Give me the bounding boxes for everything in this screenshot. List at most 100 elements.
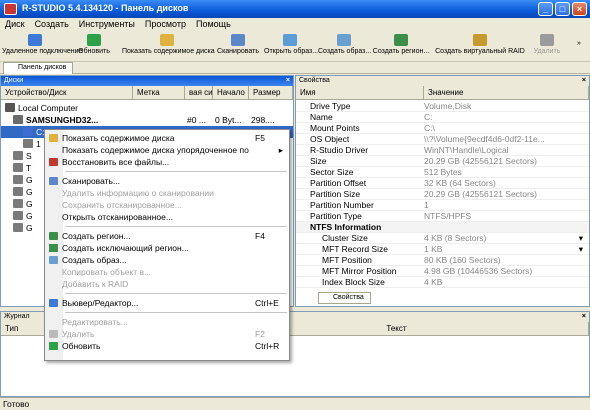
log-panel-close-icon[interactable]: × [582, 312, 586, 322]
context-menu-item[interactable]: Удалить информацию о сканировании [45, 187, 289, 199]
property-row[interactable]: Cluster Size 4 KB (8 Sectors) ▾ [296, 233, 589, 244]
toolbar-button-3[interactable]: Сканировать [216, 34, 260, 60]
context-menu-item[interactable]: Удалить F2 [45, 328, 289, 340]
property-row[interactable]: Mount Points C:\ [296, 123, 589, 134]
column-value[interactable]: Значение [424, 86, 589, 100]
toolbar-button-4[interactable]: Открыть образ... [264, 34, 319, 60]
menu-item-label: Добавить к RAID [62, 279, 129, 289]
property-row[interactable]: Sector Size 512 Bytes [296, 167, 589, 178]
minimize-button[interactable]: _ [538, 2, 553, 16]
context-menu-item[interactable]: Редактировать... [45, 316, 289, 328]
properties-panel-close-icon[interactable]: × [582, 76, 586, 86]
menu-create[interactable]: Создать [30, 18, 74, 30]
context-menu-item[interactable]: Вьювер/Редактор... Ctrl+E [45, 297, 289, 309]
disk-tree-row[interactable]: Local Computer [1, 102, 293, 114]
toolbar-button-5[interactable]: Создать образ... [318, 34, 371, 60]
toolbar-button-7[interactable]: Создать виртуальный RAID [432, 34, 528, 60]
context-menu-item[interactable]: Создать образ... [45, 254, 289, 266]
property-row[interactable]: Name C: [296, 112, 589, 123]
toolbar-button-8[interactable]: Удалить [530, 34, 564, 60]
toolbar-button-6[interactable]: Создать регион... [372, 34, 430, 60]
device-cell: G [13, 222, 33, 234]
show-contents-icon [160, 34, 174, 46]
device-name: G [26, 211, 33, 221]
column-size[interactable]: Размер [249, 86, 293, 100]
status-text: Готово [3, 399, 30, 409]
create-region-icon [394, 34, 408, 46]
context-menu-item[interactable]: Восстановить все файлы... [45, 156, 289, 168]
create-image-icon [49, 256, 58, 264]
menu-bar: Диск Создать Инструменты Просмотр Помощь [0, 18, 590, 32]
column-name[interactable]: Имя [296, 86, 424, 100]
disks-panel-close-icon[interactable]: × [286, 76, 290, 86]
column-fs[interactable]: вая си [185, 86, 213, 100]
tab-properties[interactable]: Свойства [318, 292, 371, 304]
context-menu-item[interactable]: Обновить Ctrl+R [45, 340, 289, 352]
dropdown-arrow-icon[interactable]: ▾ [579, 233, 583, 244]
menu-item-label: Сканировать... [62, 176, 121, 186]
property-name: Name [310, 112, 333, 122]
context-menu-item[interactable]: Показать содержимое диска упорядоченное … [45, 144, 289, 156]
window-title: R-STUDIO 5.4.134120 - Панель дисков [22, 3, 189, 13]
menu-tools[interactable]: Инструменты [74, 18, 140, 30]
toolbar-button-label: Создать регион... [372, 48, 430, 55]
context-menu-item[interactable]: Сканировать... [45, 175, 289, 187]
toolbar-button-0[interactable]: Удаленное подключение [2, 34, 82, 60]
disks-panel-header: Диски × [1, 76, 293, 86]
context-menu-item[interactable]: Показать содержимое диска F5 [45, 132, 289, 144]
context-menu-item[interactable]: Добавить к RAID [45, 278, 289, 290]
tab-disk-panel[interactable]: Панель дисков [3, 62, 74, 74]
device-name: SAMSUNGHD32... [26, 115, 99, 125]
property-row[interactable]: Partition Number 1 [296, 200, 589, 211]
property-value: NTFS/HPFS [424, 211, 472, 221]
menu-item-label: Удалить информацию о сканировании [62, 188, 214, 198]
panel-tab-strip: Панель дисков [0, 62, 590, 74]
app-icon [4, 3, 17, 15]
toolbar-button-2[interactable]: Показать содержимое диска [122, 34, 215, 60]
column-label[interactable]: Метка [133, 86, 185, 100]
property-row[interactable]: Index Block Size 4 KB [296, 277, 589, 288]
toolbar-button-label: Открыть образ... [264, 48, 319, 55]
context-menu-item[interactable]: Копировать объект в... [45, 266, 289, 278]
property-value: 1 KB [424, 244, 443, 254]
device-name: S [26, 151, 32, 161]
property-name: Partition Size [310, 189, 361, 199]
menu-item-label: Создать исключающий регион... [62, 243, 189, 253]
properties-panel-title: Свойства [299, 77, 330, 84]
column-start[interactable]: Начало [213, 86, 249, 100]
property-row[interactable]: R-Studio Driver WinNT\Handle\Logical [296, 145, 589, 156]
maximize-button[interactable]: □ [555, 2, 570, 16]
property-row[interactable]: Partition Type NTFS/HPFS [296, 211, 589, 222]
property-row[interactable]: OS Object \\?\Volume{9ecdf4d6-0df2-11e... [296, 134, 589, 145]
property-row[interactable]: NTFS Information [296, 222, 589, 233]
properties-panel: Свойства × Имя Значение Drive Type Volume… [295, 75, 590, 307]
dropdown-arrow-icon[interactable]: ▾ [579, 244, 583, 255]
property-row[interactable]: MFT Mirror Position 4.98 GB (10446536 Sec… [296, 266, 589, 277]
property-row[interactable]: Drive Type Volume,Disk [296, 101, 589, 112]
property-row[interactable]: Partition Offset 32 KB (64 Sectors) [296, 178, 589, 189]
column-device[interactable]: Устройство/Диск [1, 86, 133, 100]
drive-icon [13, 115, 23, 124]
menu-help[interactable]: Помощь [191, 18, 236, 30]
context-menu-item[interactable]: Сохранить отсканированное... [45, 199, 289, 211]
property-name: OS Object [310, 134, 350, 144]
property-name: R-Studio Driver [310, 145, 369, 155]
context-menu-item[interactable]: Создать регион... F4 [45, 230, 289, 242]
close-button[interactable]: × [572, 2, 587, 16]
drive-icon [13, 163, 23, 172]
property-row[interactable]: MFT Position 80 KB (160 Sectors) [296, 255, 589, 266]
toolbar-button-1[interactable]: Обновить [70, 34, 118, 60]
disk-tree-row[interactable]: SAMSUNGHD32... #0 ... 0 Byt... 298.... [1, 114, 293, 126]
property-row[interactable]: Size 20.29 GB (42556121 Sectors) [296, 156, 589, 167]
property-row[interactable]: MFT Record Size 1 KB ▾ [296, 244, 589, 255]
menu-disk[interactable]: Диск [0, 18, 30, 30]
context-menu-item[interactable]: Открыть отсканированное... [45, 211, 289, 223]
menu-view[interactable]: Просмотр [140, 18, 191, 30]
property-row[interactable]: Partition Size 20.29 GB (42556121 Sectors… [296, 189, 589, 200]
menu-item-shortcut: Ctrl+R [255, 341, 280, 351]
exclude-region-icon [49, 244, 58, 252]
context-menu-item[interactable]: Создать исключающий регион... [45, 242, 289, 254]
drive-icon [23, 127, 33, 136]
disks-panel-title: Диски [4, 77, 24, 84]
menu-item-label: Удалить [62, 329, 95, 339]
